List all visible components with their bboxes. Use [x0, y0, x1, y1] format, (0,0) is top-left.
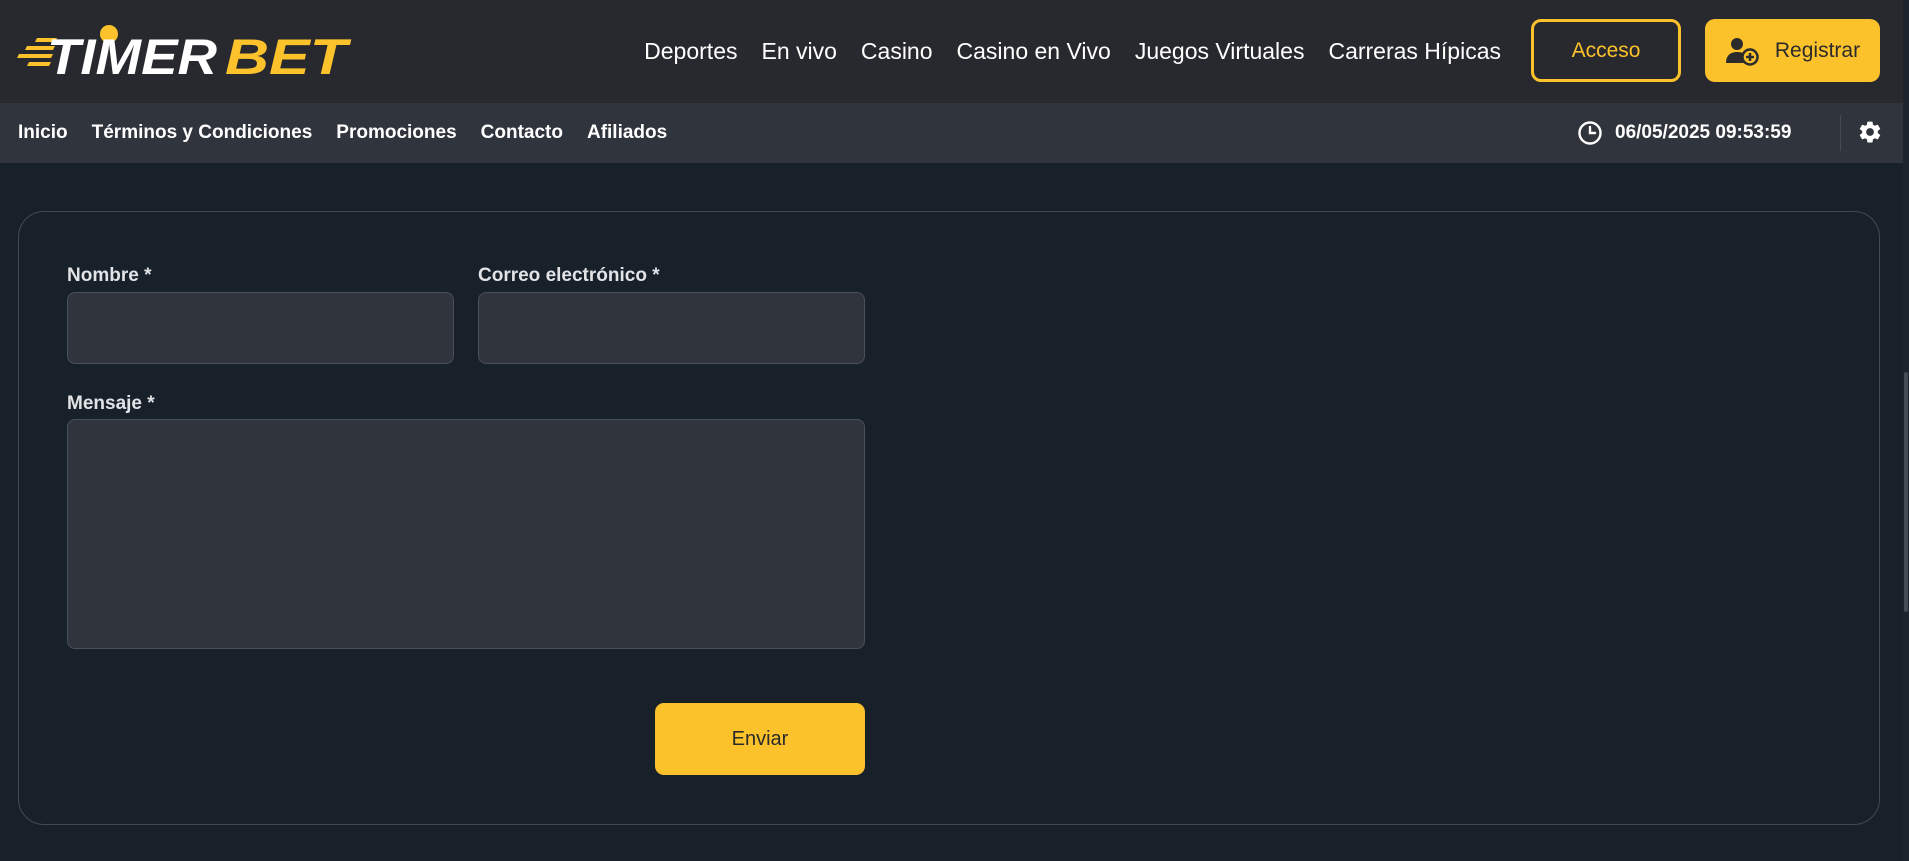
nav-casino-en-vivo[interactable]: Casino en Vivo — [957, 38, 1111, 65]
subnav-terminos[interactable]: Términos y Condiciones — [92, 122, 313, 144]
subnav-afiliados[interactable]: Afiliados — [587, 122, 667, 144]
current-datetime: 06/05/2025 09:53:59 — [1615, 122, 1792, 143]
message-textarea[interactable] — [67, 419, 865, 649]
scrollbar-thumb[interactable] — [1904, 372, 1908, 612]
nav-carreras-hipicas[interactable]: Carreras Hípicas — [1328, 38, 1501, 65]
name-label: Nombre * — [67, 265, 152, 286]
nav-casino[interactable]: Casino — [861, 38, 933, 65]
email-input[interactable] — [478, 292, 865, 364]
secondary-nav-bar: Inicio Términos y Condiciones Promocione… — [0, 103, 1909, 163]
logo-text-accent: BET — [225, 29, 352, 80]
timerbet-logo[interactable]: TIMER BET — [17, 24, 353, 80]
subnav-contacto[interactable]: Contacto — [481, 122, 563, 144]
register-button[interactable]: Registrar — [1705, 19, 1880, 82]
nav-juegos-virtuales[interactable]: Juegos Virtuales — [1135, 38, 1305, 65]
main-nav: Deportes En vivo Casino Casino en Vivo J… — [644, 0, 1501, 103]
subnav-inicio[interactable]: Inicio — [18, 122, 68, 144]
clock: 06/05/2025 09:53:59 — [1577, 103, 1791, 163]
login-button[interactable]: Acceso — [1531, 19, 1681, 82]
divider — [1840, 115, 1841, 151]
secondary-nav: Inicio Términos y Condiciones Promocione… — [18, 103, 667, 163]
register-button-label: Registrar — [1774, 38, 1861, 62]
logo-text-primary: TIMER — [47, 29, 217, 80]
nav-en-vivo[interactable]: En vivo — [761, 38, 836, 65]
name-input[interactable] — [67, 292, 454, 364]
submit-button-label: Enviar — [731, 727, 789, 750]
top-header: TIMER BET Deportes En vivo Casino Casino… — [0, 0, 1909, 103]
subnav-promociones[interactable]: Promociones — [336, 122, 456, 144]
email-label: Correo electrónico * — [478, 265, 660, 286]
nav-deportes[interactable]: Deportes — [644, 38, 737, 65]
gear-icon[interactable] — [1857, 119, 1883, 145]
submit-button[interactable]: Enviar — [655, 703, 865, 775]
clock-icon — [1578, 121, 1602, 145]
message-label: Mensaje * — [67, 393, 155, 414]
login-button-label: Acceso — [1571, 38, 1641, 62]
user-plus-icon — [1725, 37, 1759, 66]
